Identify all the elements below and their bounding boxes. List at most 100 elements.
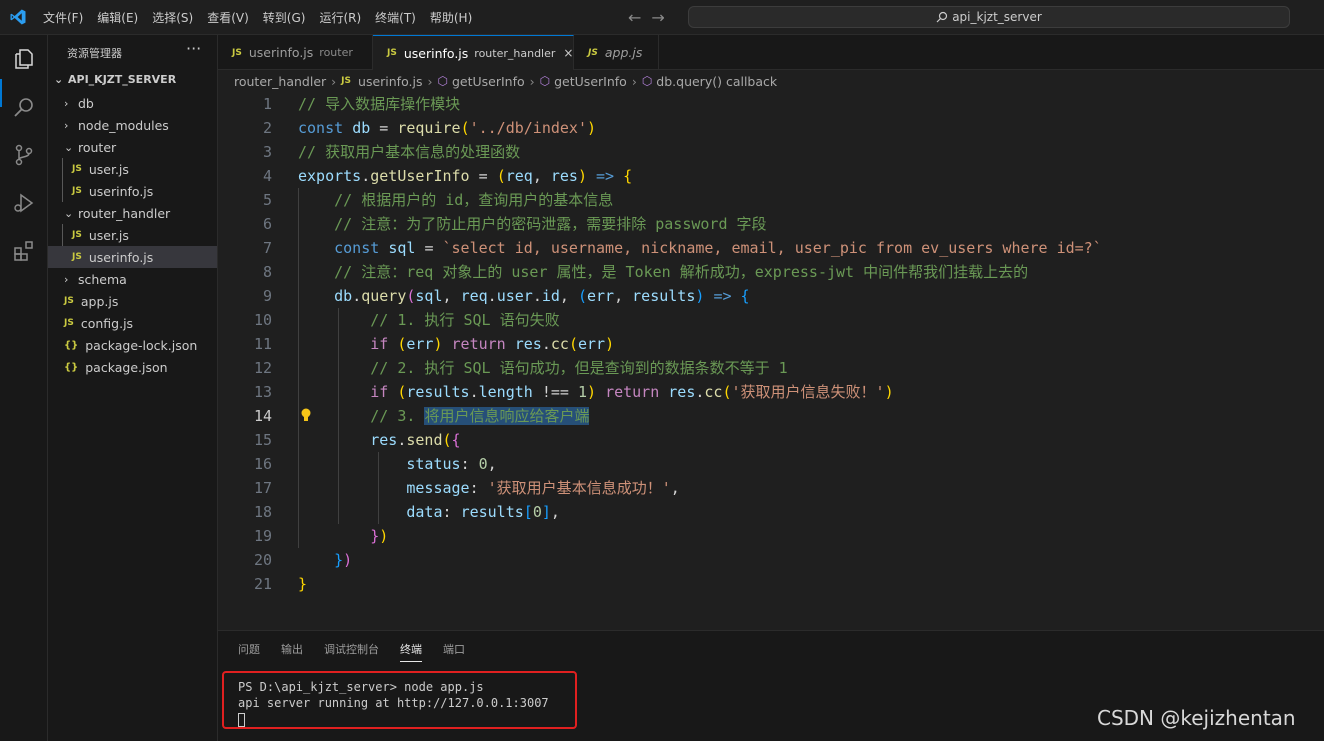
code-text: // 根据用户的 id，查询用户的基本信息 [334,191,614,209]
explorer-icon[interactable] [12,47,36,71]
tree-file-config-js[interactable]: JS config.js [48,312,218,334]
menu-terminal[interactable]: 终端(T) [368,9,423,26]
code-text: message: '获取用户基本信息成功！', [406,479,680,497]
js-file-icon: JS [72,164,82,174]
breadcrumb-folder[interactable]: router_handler [234,74,326,89]
back-arrow-icon[interactable]: ← [628,8,641,27]
code-line[interactable]: 5 // 根据用户的 id，查询用户的基本信息 [218,188,1324,212]
tab-terminal[interactable]: 终端 [400,641,422,662]
code-text: status: 0, [406,455,497,473]
menu-edit[interactable]: 编辑(E) [90,9,145,26]
code-line[interactable]: 2 const db = require('../db/index') [218,116,1324,140]
code-line[interactable]: 18 data: results[0], [218,500,1324,524]
tab-app-js[interactable]: JS app.js [574,35,659,70]
workspace-root[interactable]: ⌄ API_KJZT_SERVER [54,73,176,86]
tree-file-handler-userinfo-js[interactable]: JS userinfo.js [48,246,217,268]
chevron-down-icon: ⌄ [64,140,74,154]
code-line[interactable]: 4 exports.getUserInfo = (req, res) => { [218,164,1324,188]
source-control-icon[interactable] [12,143,36,167]
chevron-down-icon: ⌄ [64,206,74,220]
line-number: 15 [253,431,272,449]
code-text: exports.getUserInfo = (req, res) => { [298,167,633,185]
code-line[interactable]: 21} [218,572,1324,596]
tree-folder-router[interactable]: ⌄ router [48,136,218,158]
code-line[interactable]: 3 // 获取用户基本信息的处理函数 [218,140,1324,164]
close-icon[interactable]: × [563,46,573,60]
menu-view[interactable]: 查看(V) [200,9,256,26]
tree-file-router-userinfo-js[interactable]: JS userinfo.js [48,180,218,202]
code-line[interactable]: 9 db.query(sql, req.user.id, (err, resul… [218,284,1324,308]
code-line[interactable]: 15 res.send({ [218,428,1324,452]
code-text: const db = require('../db/index') [298,119,597,137]
tree-folder-db[interactable]: › db [48,92,218,114]
tree-file-app-js[interactable]: JS app.js [48,290,218,312]
code-line[interactable]: 10 // 1. 执行 SQL 语句失败 [218,308,1324,332]
code-editor[interactable]: 1 // 导入数据库操作模块 2 const db = require('../db/… [218,92,1324,630]
tree-folder-schema[interactable]: › schema [48,268,218,290]
line-number: 3 [262,143,272,161]
code-line[interactable]: 19 }) [218,524,1324,548]
code-line[interactable]: 11 if (err) return res.cc(err) [218,332,1324,356]
lightbulb-icon[interactable] [298,406,314,426]
code-line[interactable]: 14 // 3. 将用户信息响应给客户端 [218,404,1324,428]
code-line[interactable]: 7 const sql = `select id, username, nick… [218,236,1324,260]
line-number: 20 [253,551,272,569]
tree-folder-node-modules[interactable]: › node_modules [48,114,218,136]
code-text: // 3. 将用户信息响应给客户端 [370,407,590,425]
tab-output[interactable]: 输出 [281,641,303,662]
search-icon[interactable] [12,95,36,119]
tree-file-package-json[interactable]: {} package.json [48,356,218,378]
code-line[interactable]: 6 // 注意：为了防止用户的密码泄露，需要排除 password 字段 [218,212,1324,236]
breadcrumb-symbol[interactable]: getUserInfo [452,74,525,89]
code-line[interactable]: 13 if (results.length !== 1) return res.… [218,380,1324,404]
breadcrumb-symbol[interactable]: db.query() callback [656,74,777,89]
extensions-icon[interactable] [12,239,36,263]
breadcrumb-symbol[interactable]: getUserInfo [554,74,627,89]
menu-go[interactable]: 转到(G) [256,9,313,26]
line-number: 6 [262,215,272,233]
forward-arrow-icon[interactable]: → [651,8,664,27]
run-debug-icon[interactable] [12,191,36,215]
tree-file-handler-user-js[interactable]: JS user.js [48,224,218,246]
breadcrumb-file[interactable]: userinfo.js [358,74,422,89]
code-line[interactable]: 16 status: 0, [218,452,1324,476]
more-actions-icon[interactable]: ··· [186,39,201,58]
tab-problems[interactable]: 问题 [238,641,260,662]
menu-bar: 文件(F) 编辑(E) 选择(S) 查看(V) 转到(G) 运行(R) 终端(T… [36,0,479,35]
tree-file-router-user-js[interactable]: JS user.js [48,158,218,180]
active-indicator [0,79,2,107]
menu-file[interactable]: 文件(F) [36,9,90,26]
chevron-right-icon: › [331,73,337,89]
line-number: 17 [253,479,272,497]
code-text: }) [370,527,389,545]
code-line[interactable]: 17 message: '获取用户基本信息成功！', [218,476,1324,500]
editor-tabs: JS userinfo.js router JS userinfo.js rou… [218,35,1324,70]
tab-ports[interactable]: 端口 [443,641,465,662]
menu-selection[interactable]: 选择(S) [145,9,200,26]
tree-item-label: userinfo.js [88,183,154,199]
tab-userinfo-router-handler[interactable]: JS userinfo.js router_handler × [373,35,574,70]
tab-debug-console[interactable]: 调试控制台 [324,641,379,662]
code-text: db.query(sql, req.user.id, (err, results… [334,287,750,305]
nav-arrows: ← → [628,8,675,27]
tree-item-label: package.json [85,359,168,375]
explorer-sidebar: 资源管理器 ··· ⌄ API_KJZT_SERVER › db › node_mod… [48,35,218,741]
menu-help[interactable]: 帮助(H) [423,9,479,26]
vscode-logo-icon [10,9,26,25]
menu-run[interactable]: 运行(R) [312,9,368,26]
js-file-icon: JS [64,296,74,306]
json-file-icon: {} [64,339,79,351]
code-text: }) [334,551,353,569]
code-line[interactable]: 12 // 2. 执行 SQL 语句成功，但是查询到的数据条数不等于 1 [218,356,1324,380]
method-icon: ⬡ [437,74,448,88]
tree-item-label: router_handler [78,205,171,221]
chevron-down-icon: ⌄ [54,73,64,86]
command-center-search[interactable]: api_kjzt_server [688,6,1290,28]
code-line[interactable]: 1 // 导入数据库操作模块 [218,92,1324,116]
tree-folder-router-handler[interactable]: ⌄ router_handler [48,202,218,224]
code-line[interactable]: 8 // 注意：req 对象上的 user 属性，是 Token 解析成功，ex… [218,260,1324,284]
tree-item-label: user.js [88,161,129,177]
tree-file-package-lock-json[interactable]: {} package-lock.json [48,334,218,356]
code-line[interactable]: 20 }) [218,548,1324,572]
tab-userinfo-router[interactable]: JS userinfo.js router [218,35,373,70]
